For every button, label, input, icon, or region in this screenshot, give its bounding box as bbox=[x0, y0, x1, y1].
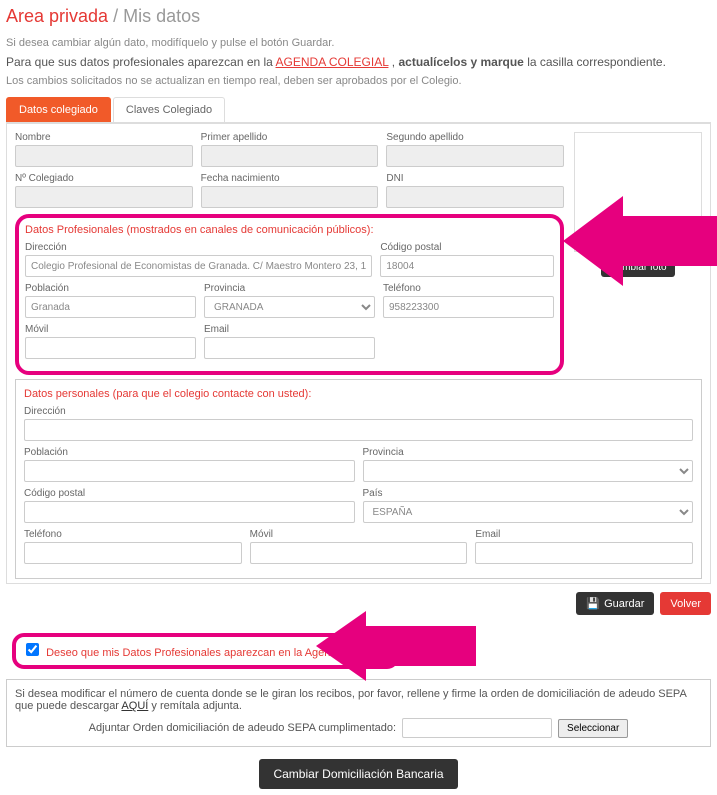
pers-email-input[interactable] bbox=[475, 542, 693, 564]
pers-cp-label: Código postal bbox=[24, 488, 355, 499]
dni-label: DNI bbox=[386, 173, 564, 184]
button-bar: 💾Guardar Volver bbox=[6, 592, 711, 615]
breadcrumb-level1: Area privada bbox=[6, 6, 108, 26]
sepa-box: Si desea modificar el número de cuenta d… bbox=[6, 679, 711, 747]
tabs: Datos colegiado Claves Colegiado bbox=[6, 97, 711, 123]
breadcrumb: Area privada / Mis datos bbox=[6, 6, 711, 27]
ap1-input[interactable] bbox=[201, 145, 379, 167]
photo-box: Cambiar foto bbox=[574, 132, 702, 375]
save-icon: 💾 bbox=[586, 597, 600, 610]
dni-input[interactable] bbox=[386, 186, 564, 208]
ap2-input[interactable] bbox=[386, 145, 564, 167]
pers-dir-label: Dirección bbox=[24, 406, 693, 417]
prof-tel-label: Teléfono bbox=[383, 283, 554, 294]
intro-line3: Los cambios solicitados no se actualizan… bbox=[6, 75, 711, 87]
nombre-input[interactable] bbox=[15, 145, 193, 167]
prof-email-label: Email bbox=[204, 324, 375, 335]
prof-email-input[interactable] bbox=[204, 337, 375, 359]
cambiar-foto-button[interactable]: Cambiar foto bbox=[601, 258, 674, 277]
ncol-label: Nº Colegiado bbox=[15, 173, 193, 184]
pers-title: Datos personales (para que el colegio co… bbox=[24, 388, 693, 400]
ncol-input[interactable] bbox=[15, 186, 193, 208]
sepa-attach-label: Adjuntar Orden domiciliación de adeudo S… bbox=[89, 722, 396, 734]
datos-personales-section: Datos personales (para que el colegio co… bbox=[15, 379, 702, 579]
sepa-download-link[interactable]: AQUÍ bbox=[121, 700, 148, 712]
agenda-checkbox[interactable] bbox=[26, 643, 39, 656]
prof-pob-input[interactable] bbox=[25, 296, 196, 318]
volver-button[interactable]: Volver bbox=[660, 592, 711, 615]
prof-prov-label: Provincia bbox=[204, 283, 375, 294]
prof-pob-label: Población bbox=[25, 283, 196, 294]
prof-title: Datos Profesionales (mostrados en canale… bbox=[25, 224, 554, 236]
prof-prov-select[interactable]: GRANADA bbox=[204, 296, 375, 318]
fnac-input[interactable] bbox=[201, 186, 379, 208]
pers-tel-label: Teléfono bbox=[24, 529, 242, 540]
agenda-check-label: Deseo que mis Datos Profesionales aparez… bbox=[46, 647, 385, 659]
pers-dir-input[interactable] bbox=[24, 419, 693, 441]
prof-movil-label: Móvil bbox=[25, 324, 196, 335]
datos-profesionales-highlight: Datos Profesionales (mostrados en canale… bbox=[15, 214, 564, 375]
pers-pob-input[interactable] bbox=[24, 460, 355, 482]
breadcrumb-level2: Mis datos bbox=[123, 6, 200, 26]
ap1-label: Primer apellido bbox=[201, 132, 379, 143]
intro-line1: Si desea cambiar algún dato, modifíquelo… bbox=[6, 37, 711, 49]
agenda-check-highlight: Deseo que mis Datos Profesionales aparez… bbox=[12, 633, 399, 669]
intro-line2: Para que sus datos profesionales aparezc… bbox=[6, 55, 711, 69]
pers-movil-label: Móvil bbox=[250, 529, 468, 540]
pers-prov-label: Provincia bbox=[363, 447, 694, 458]
sepa-file-input[interactable] bbox=[402, 718, 552, 738]
prof-cp-input[interactable] bbox=[380, 255, 554, 277]
ap2-label: Segundo apellido bbox=[386, 132, 564, 143]
fnac-label: Fecha nacimiento bbox=[201, 173, 379, 184]
sepa-select-button[interactable]: Seleccionar bbox=[558, 719, 628, 738]
nombre-label: Nombre bbox=[15, 132, 193, 143]
pers-tel-input[interactable] bbox=[24, 542, 242, 564]
tab-claves-colegiado[interactable]: Claves Colegiado bbox=[113, 97, 225, 122]
pers-cp-input[interactable] bbox=[24, 501, 355, 523]
prof-dir-input[interactable] bbox=[25, 255, 372, 277]
agenda-check-row: Deseo que mis Datos Profesionales aparez… bbox=[6, 623, 711, 679]
prof-cp-label: Código postal bbox=[380, 242, 554, 253]
pers-movil-input[interactable] bbox=[250, 542, 468, 564]
pers-pais-label: País bbox=[363, 488, 694, 499]
guardar-button[interactable]: 💾Guardar bbox=[576, 592, 654, 615]
prof-movil-input[interactable] bbox=[25, 337, 196, 359]
agenda-colegial-link[interactable]: AGENDA COLEGIAL bbox=[276, 55, 389, 69]
pers-prov-select[interactable] bbox=[363, 460, 694, 482]
photo-placeholder bbox=[574, 132, 702, 252]
form-area: Nombre Primer apellido Segundo apellido … bbox=[6, 123, 711, 584]
cambiar-domiciliacion-button[interactable]: Cambiar Domiciliación Bancaria bbox=[259, 759, 457, 789]
pers-email-label: Email bbox=[475, 529, 693, 540]
pers-pais-select[interactable]: ESPAÑA bbox=[363, 501, 694, 523]
tab-datos-colegiado[interactable]: Datos colegiado bbox=[6, 97, 111, 122]
prof-dir-label: Dirección bbox=[25, 242, 372, 253]
pers-pob-label: Población bbox=[24, 447, 355, 458]
prof-tel-input[interactable] bbox=[383, 296, 554, 318]
